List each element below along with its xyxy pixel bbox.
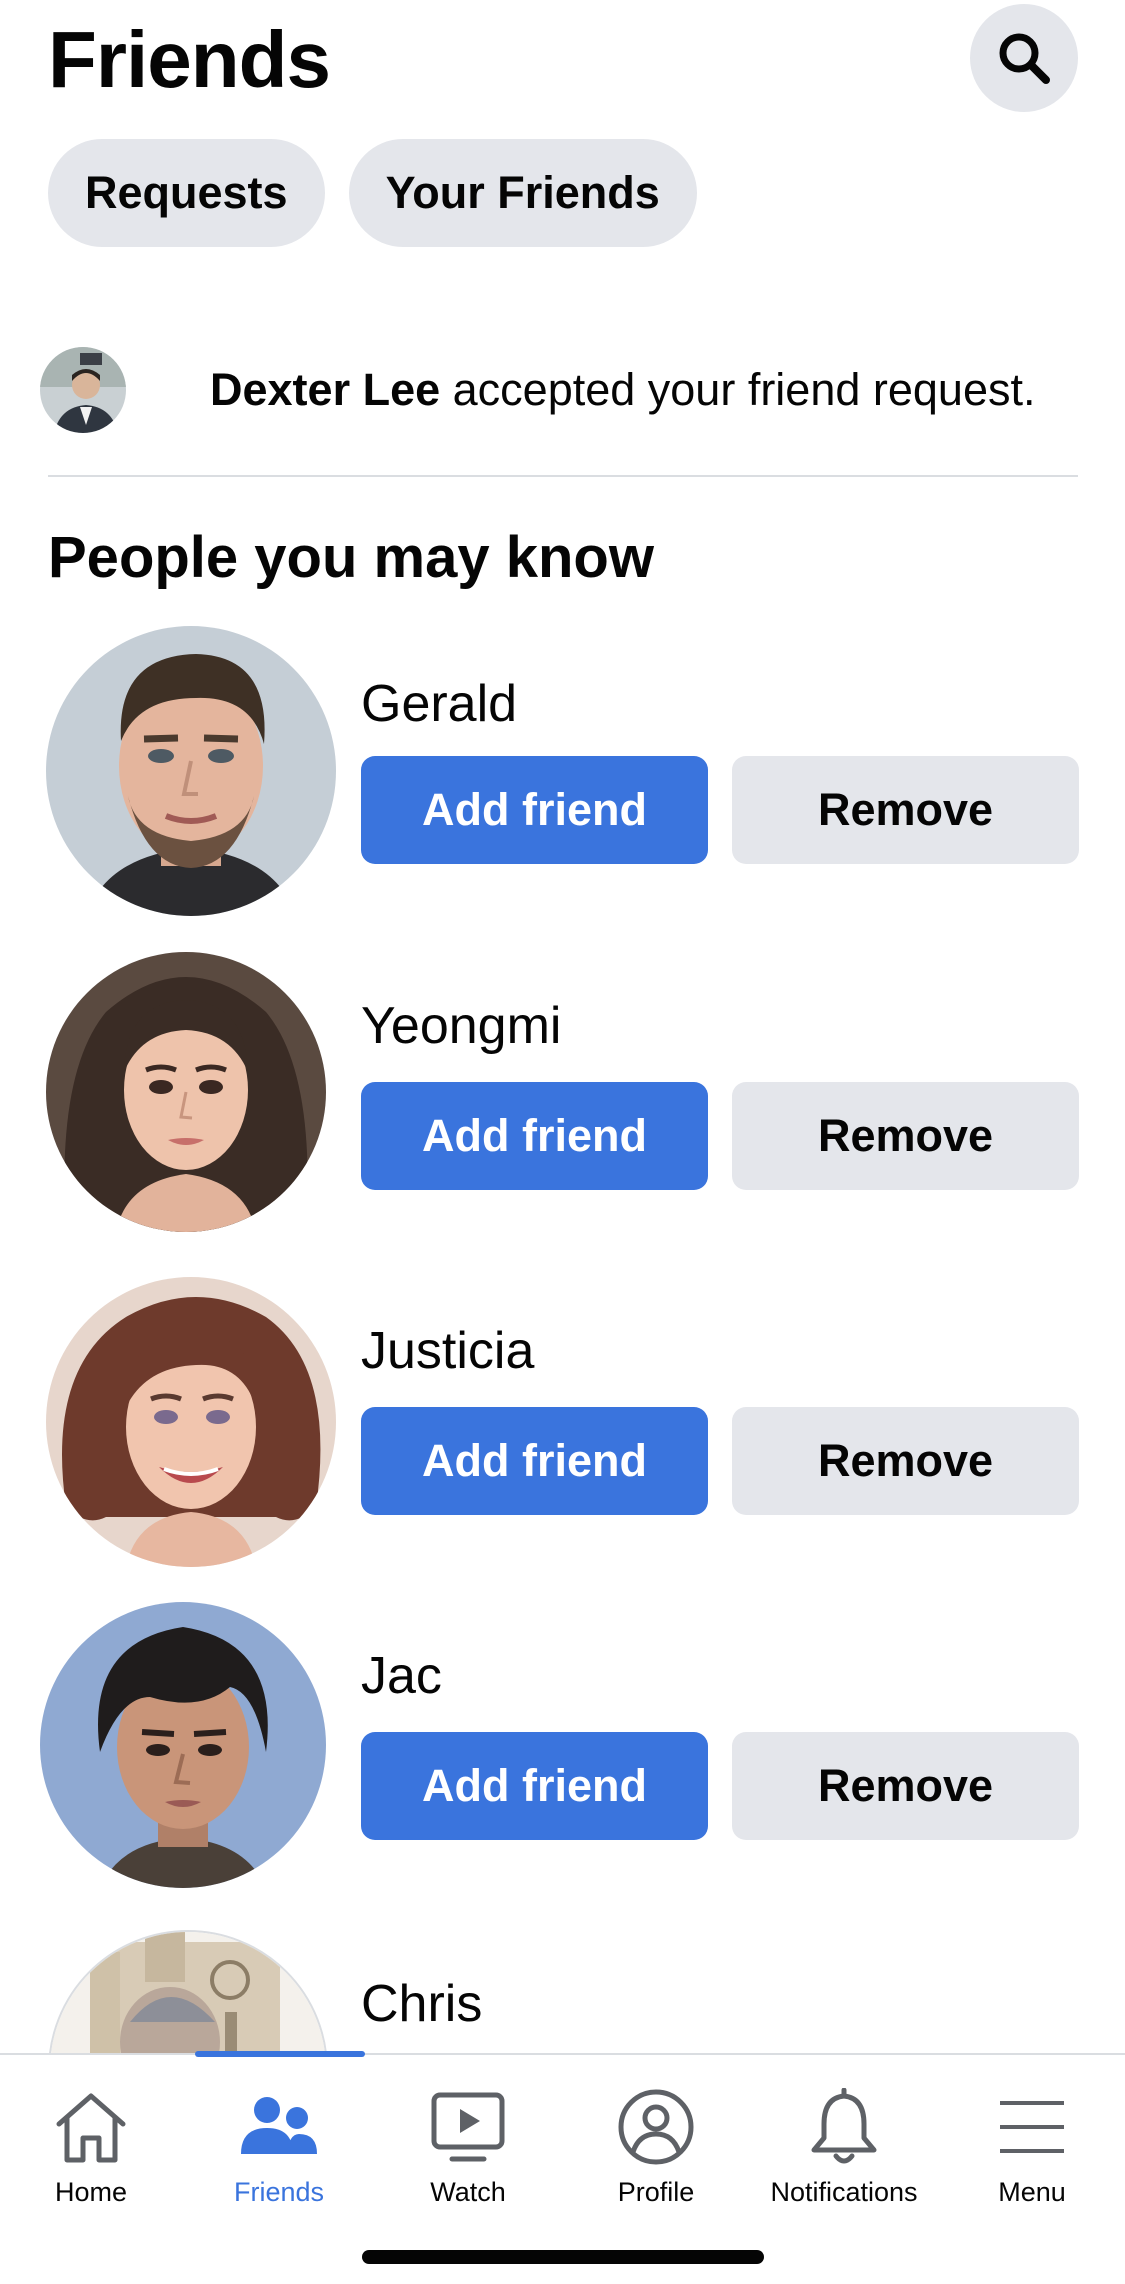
bell-icon: [811, 2088, 877, 2164]
tab-home[interactable]: Home: [0, 2055, 185, 2215]
tab-notifications-label: Notifications: [770, 2177, 918, 2207]
remove-button[interactable]: Remove: [732, 756, 1079, 864]
notification-message: accepted your friend request.: [452, 364, 1036, 415]
suggestion-card: Jac Add friend Remove: [0, 1602, 1125, 1902]
avatar[interactable]: [46, 952, 326, 1232]
notification-text: Dexter Lee accepted your friend request.: [210, 364, 1036, 416]
search-icon: [999, 33, 1050, 84]
remove-button[interactable]: Remove: [732, 1732, 1079, 1840]
profile-icon: [618, 2089, 694, 2165]
home-icon: [56, 2093, 126, 2163]
tab-watch[interactable]: Watch: [374, 2055, 562, 2215]
section-title: People you may know: [48, 525, 654, 590]
header: Friends: [0, 0, 1125, 130]
add-friend-button[interactable]: Add friend: [361, 1732, 708, 1840]
avatar[interactable]: [40, 1602, 326, 1888]
suggestion-card: Yeongmi Add friend Remove: [0, 952, 1125, 1252]
watch-icon: [431, 2092, 505, 2162]
your-friends-chip[interactable]: Your Friends: [348, 139, 697, 247]
friend-accepted-notification[interactable]: Dexter Lee accepted your friend request.: [40, 345, 1080, 435]
tab-notifications[interactable]: Notifications: [750, 2055, 938, 2215]
avatar[interactable]: [48, 1930, 328, 2053]
filter-chips: Requests Your Friends: [48, 139, 697, 247]
notification-name: Dexter Lee: [210, 364, 441, 415]
person-name: Gerald: [361, 675, 518, 733]
tab-home-label: Home: [54, 2177, 128, 2207]
add-friend-button[interactable]: Add friend: [361, 756, 708, 864]
avatar[interactable]: [46, 1277, 336, 1567]
tab-profile[interactable]: Profile: [562, 2055, 750, 2215]
person-name: Yeongmi: [361, 997, 562, 1055]
friends-icon: [241, 2097, 317, 2154]
requests-chip[interactable]: Requests: [48, 139, 325, 247]
avatar[interactable]: [46, 626, 336, 916]
person-name: Justicia: [361, 1322, 535, 1380]
tab-menu-label: Menu: [998, 2177, 1066, 2207]
add-friend-button[interactable]: Add friend: [361, 1082, 708, 1190]
home-indicator: [362, 2250, 764, 2264]
person-name: Jac: [361, 1647, 442, 1705]
suggestion-card: Gerald Add friend Remove: [0, 626, 1125, 926]
tab-watch-label: Watch: [430, 2177, 506, 2207]
add-friend-button[interactable]: Add friend: [361, 1407, 708, 1515]
tab-menu[interactable]: Menu: [938, 2055, 1125, 2215]
tab-profile-label: Profile: [617, 2177, 695, 2207]
suggestion-card: Chris: [0, 1930, 1125, 2053]
search-button[interactable]: [970, 4, 1078, 112]
avatar: [40, 347, 126, 433]
hamburger-icon: [1000, 2101, 1064, 2153]
tab-friends[interactable]: Friends: [185, 2055, 373, 2215]
divider: [48, 475, 1078, 477]
suggestion-card: Justicia Add friend Remove: [0, 1277, 1125, 1577]
remove-button[interactable]: Remove: [732, 1407, 1079, 1515]
person-name: Chris: [361, 1975, 483, 2033]
page-title: Friends: [48, 15, 331, 104]
remove-button[interactable]: Remove: [732, 1082, 1079, 1190]
tab-friends-label: Friends: [233, 2177, 325, 2207]
